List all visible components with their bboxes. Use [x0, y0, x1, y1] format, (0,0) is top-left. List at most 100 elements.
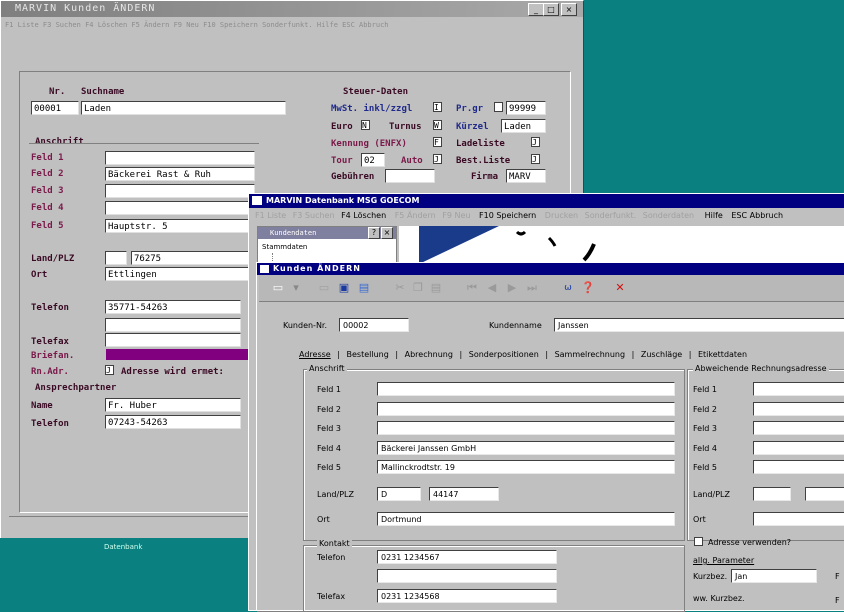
suchname-field[interactable]: Laden [81, 101, 286, 115]
firma-field[interactable]: MARV [506, 169, 546, 183]
plz-field[interactable]: 44147 [429, 487, 499, 501]
abw-feld-2-field[interactable] [753, 402, 844, 416]
kundennr-field[interactable]: 00002 [339, 318, 409, 332]
kontakt-label: Kontakt [317, 539, 352, 548]
abw-feld-3-field[interactable] [753, 421, 844, 435]
suchname-label: Suchname [81, 87, 125, 97]
feld-5-field[interactable]: Hauptstr. 5 [105, 219, 255, 233]
briefanrede-selector[interactable] [106, 349, 256, 360]
adresse-verwenden-checkbox[interactable] [694, 537, 703, 546]
kuerzel-field[interactable]: Laden [501, 119, 546, 133]
turnus-field[interactable]: W [433, 120, 442, 130]
telefax-field[interactable]: 0231 1234568 [377, 589, 557, 603]
land-field[interactable] [105, 251, 127, 265]
minimize-button[interactable]: _ [528, 3, 544, 16]
name-field[interactable]: Fr. Huber [105, 398, 241, 412]
menu-sonderdaten[interactable]: Sonderdaten [643, 211, 694, 220]
prgr-label: Pr.gr [456, 104, 484, 114]
land-field[interactable]: D [377, 487, 421, 501]
feld-2-field[interactable]: Bäckerei Rast & Ruh [105, 167, 255, 181]
tab-bestellung[interactable]: Bestellung [347, 350, 389, 359]
next-record-icon[interactable]: ▶ [503, 279, 521, 297]
telefax-field[interactable] [105, 333, 241, 347]
ansprech-telefon-field[interactable]: 07243-54263 [105, 415, 241, 429]
cancel-x-icon[interactable]: ✕ [611, 279, 629, 297]
abw-feld-1-field[interactable] [753, 382, 844, 396]
tab-etikettdaten[interactable]: Etikettdaten [698, 350, 747, 359]
tree-close-button[interactable]: × [381, 227, 393, 239]
menu-f9-neu[interactable]: F9 Neu [442, 211, 470, 220]
copy-icon[interactable]: ❐ [409, 279, 427, 297]
menu-f4-loeschen[interactable]: F4 Löschen [341, 211, 386, 220]
menu-hilfe[interactable]: Hilfe [705, 211, 723, 220]
nr-field[interactable]: 00001 [31, 101, 79, 115]
telefon-field[interactable]: 35771-54263 [105, 300, 241, 314]
abw-land-field[interactable] [753, 487, 791, 501]
maximize-button[interactable]: □ [543, 3, 559, 16]
close-button[interactable]: × [561, 3, 577, 16]
first-record-icon[interactable]: ⏮ [463, 279, 481, 297]
tab-zuschlaege[interactable]: Zuschläge [641, 350, 682, 359]
kundenname-field[interactable]: Janssen [554, 318, 844, 332]
bestliste-field[interactable]: J [531, 154, 540, 164]
abw-feld-5-field[interactable] [753, 460, 844, 474]
prgr-prefix-field[interactable] [494, 102, 503, 112]
ort-field[interactable]: Dortmund [377, 512, 675, 526]
telefon-extra-field[interactable] [105, 318, 241, 332]
feld-2-label: Feld 2 [31, 169, 64, 179]
feld-4-field[interactable]: Bäckerei Janssen GmbH [377, 441, 675, 455]
tree-help-button[interactable]: ? [368, 227, 380, 239]
paste-icon[interactable]: ▤ [427, 279, 445, 297]
feld-3-field[interactable] [105, 184, 255, 198]
briefan-label: Briefan. [31, 351, 75, 361]
help-pointer-icon[interactable]: ❓ [579, 279, 597, 297]
feld-5-field[interactable]: Mallinckrodtstr. 19 [377, 460, 675, 474]
prgr-field[interactable]: 99999 [506, 101, 546, 115]
menu-f5-aendern[interactable]: F5 Ändern [395, 211, 436, 220]
tab-abrechnung[interactable]: Abrechnung [405, 350, 453, 359]
menu-f1-liste[interactable]: F1 Liste [255, 211, 286, 220]
feld-5-label: Feld 5 [31, 221, 64, 231]
tour-field[interactable]: 02 [361, 153, 385, 167]
tab-sonderpositionen[interactable]: Sonderpositionen [469, 350, 539, 359]
plz-field[interactable]: 76275 [131, 251, 255, 265]
menu-sonderfunkt[interactable]: Sonderfunkt. [585, 211, 637, 220]
kennung-field[interactable]: F [433, 137, 442, 147]
auto-field[interactable]: J [433, 154, 442, 164]
abw-feld-4-field[interactable] [753, 441, 844, 455]
kurzbez-field[interactable]: Jan [731, 569, 817, 583]
feld-1-field[interactable] [377, 382, 675, 396]
last-record-icon[interactable]: ⏭ [523, 279, 541, 297]
save-icon[interactable]: ▣ [335, 279, 353, 297]
telefon-2-field[interactable] [377, 569, 557, 583]
open-icon[interactable]: ▭ [315, 279, 333, 297]
abw-ort-field[interactable] [753, 512, 844, 526]
ort-field[interactable]: Ettlingen [105, 267, 255, 281]
feld-1-field[interactable] [105, 151, 255, 165]
feld-3-field[interactable] [377, 421, 675, 435]
telefon-field[interactable]: 0231 1234567 [377, 550, 557, 564]
print-icon[interactable]: ▤ [355, 279, 373, 297]
menu-f3-suchen[interactable]: F3 Suchen [293, 211, 335, 220]
mwst-field[interactable]: I [433, 102, 442, 112]
gebuehren-field[interactable] [385, 169, 435, 183]
tab-sammelrechnung[interactable]: Sammelrechnung [555, 350, 626, 359]
previous-record-icon[interactable]: ◀ [483, 279, 501, 297]
tree-item-stammdaten[interactable]: Stammdaten [262, 243, 307, 251]
web-icon[interactable]: ω [559, 279, 577, 297]
feld-4-field[interactable] [105, 201, 255, 215]
dropdown-arrow-icon[interactable]: ▾ [287, 279, 305, 297]
legacy-menu-bar[interactable]: F1 Liste F3 Suchen F4 Löschen F5 Ändern … [1, 17, 587, 33]
euro-field[interactable]: N [361, 120, 370, 130]
tab-adresse[interactable]: Adresse [299, 350, 331, 359]
feld-2-field[interactable] [377, 402, 675, 416]
ladeliste-field[interactable]: J [531, 137, 540, 147]
abw-plz-field[interactable] [805, 487, 844, 501]
menu-esc-abbruch[interactable]: ESC Abbruch [731, 211, 783, 220]
menu-f10-speichern[interactable]: F10 Speichern [479, 211, 536, 220]
steuer-daten-label: Steuer-Daten [343, 87, 409, 97]
cut-icon[interactable]: ✂ [391, 279, 409, 297]
rnadr-checkbox[interactable]: J [105, 365, 114, 375]
menu-drucken[interactable]: Drucken [545, 211, 578, 220]
new-record-icon[interactable]: ▭ [269, 279, 287, 297]
